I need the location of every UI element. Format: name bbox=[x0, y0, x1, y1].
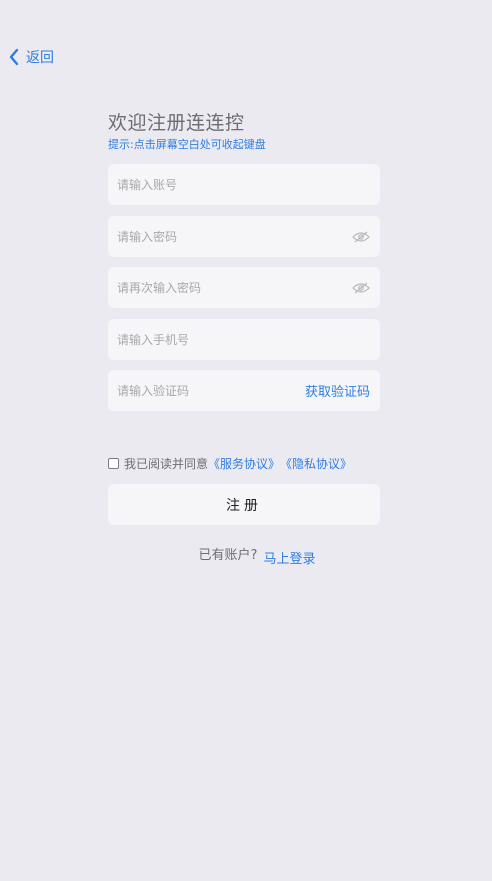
verification-code-field[interactable]: 请输入验证码 获取验证码 bbox=[108, 370, 380, 411]
chevron-left-icon bbox=[9, 48, 19, 66]
login-link[interactable]: 马上登录 bbox=[263, 548, 315, 567]
login-prompt: 已有账户? 马上登录 bbox=[0, 544, 492, 567]
account-field[interactable]: 请输入账号 bbox=[108, 164, 380, 205]
back-label: 返回 bbox=[26, 50, 54, 66]
get-code-button[interactable]: 获取验证码 bbox=[305, 381, 370, 400]
agreement-row: 我已阅读并同意 《服务协议》 《隐私协议》 bbox=[108, 455, 352, 472]
eye-off-icon[interactable] bbox=[352, 282, 370, 294]
has-account-text: 已有账户? bbox=[198, 548, 258, 563]
service-agreement-link[interactable]: 《服务协议》 bbox=[208, 455, 280, 472]
account-placeholder: 请输入账号 bbox=[117, 178, 178, 192]
back-button[interactable]: 返回 bbox=[8, 47, 54, 67]
eye-off-icon[interactable] bbox=[352, 231, 370, 243]
keyboard-hint: 提示:点击屏幕空白处可收起键盘 bbox=[108, 138, 266, 151]
register-button[interactable]: 注册 bbox=[108, 484, 380, 525]
confirm-password-field[interactable]: 请再次输入密码 bbox=[108, 267, 380, 308]
page-title: 欢迎注册连连控 bbox=[108, 112, 245, 134]
password-placeholder: 请输入密码 bbox=[117, 230, 178, 244]
phone-placeholder: 请输入手机号 bbox=[117, 333, 190, 347]
code-placeholder: 请输入验证码 bbox=[117, 384, 190, 398]
privacy-agreement-link[interactable]: 《隐私协议》 bbox=[280, 455, 352, 472]
agreement-checkbox[interactable] bbox=[108, 458, 119, 469]
password-field[interactable]: 请输入密码 bbox=[108, 216, 380, 257]
confirm-password-placeholder: 请再次输入密码 bbox=[117, 281, 202, 295]
agreement-text: 我已阅读并同意 bbox=[124, 457, 209, 471]
phone-field[interactable]: 请输入手机号 bbox=[108, 319, 380, 360]
